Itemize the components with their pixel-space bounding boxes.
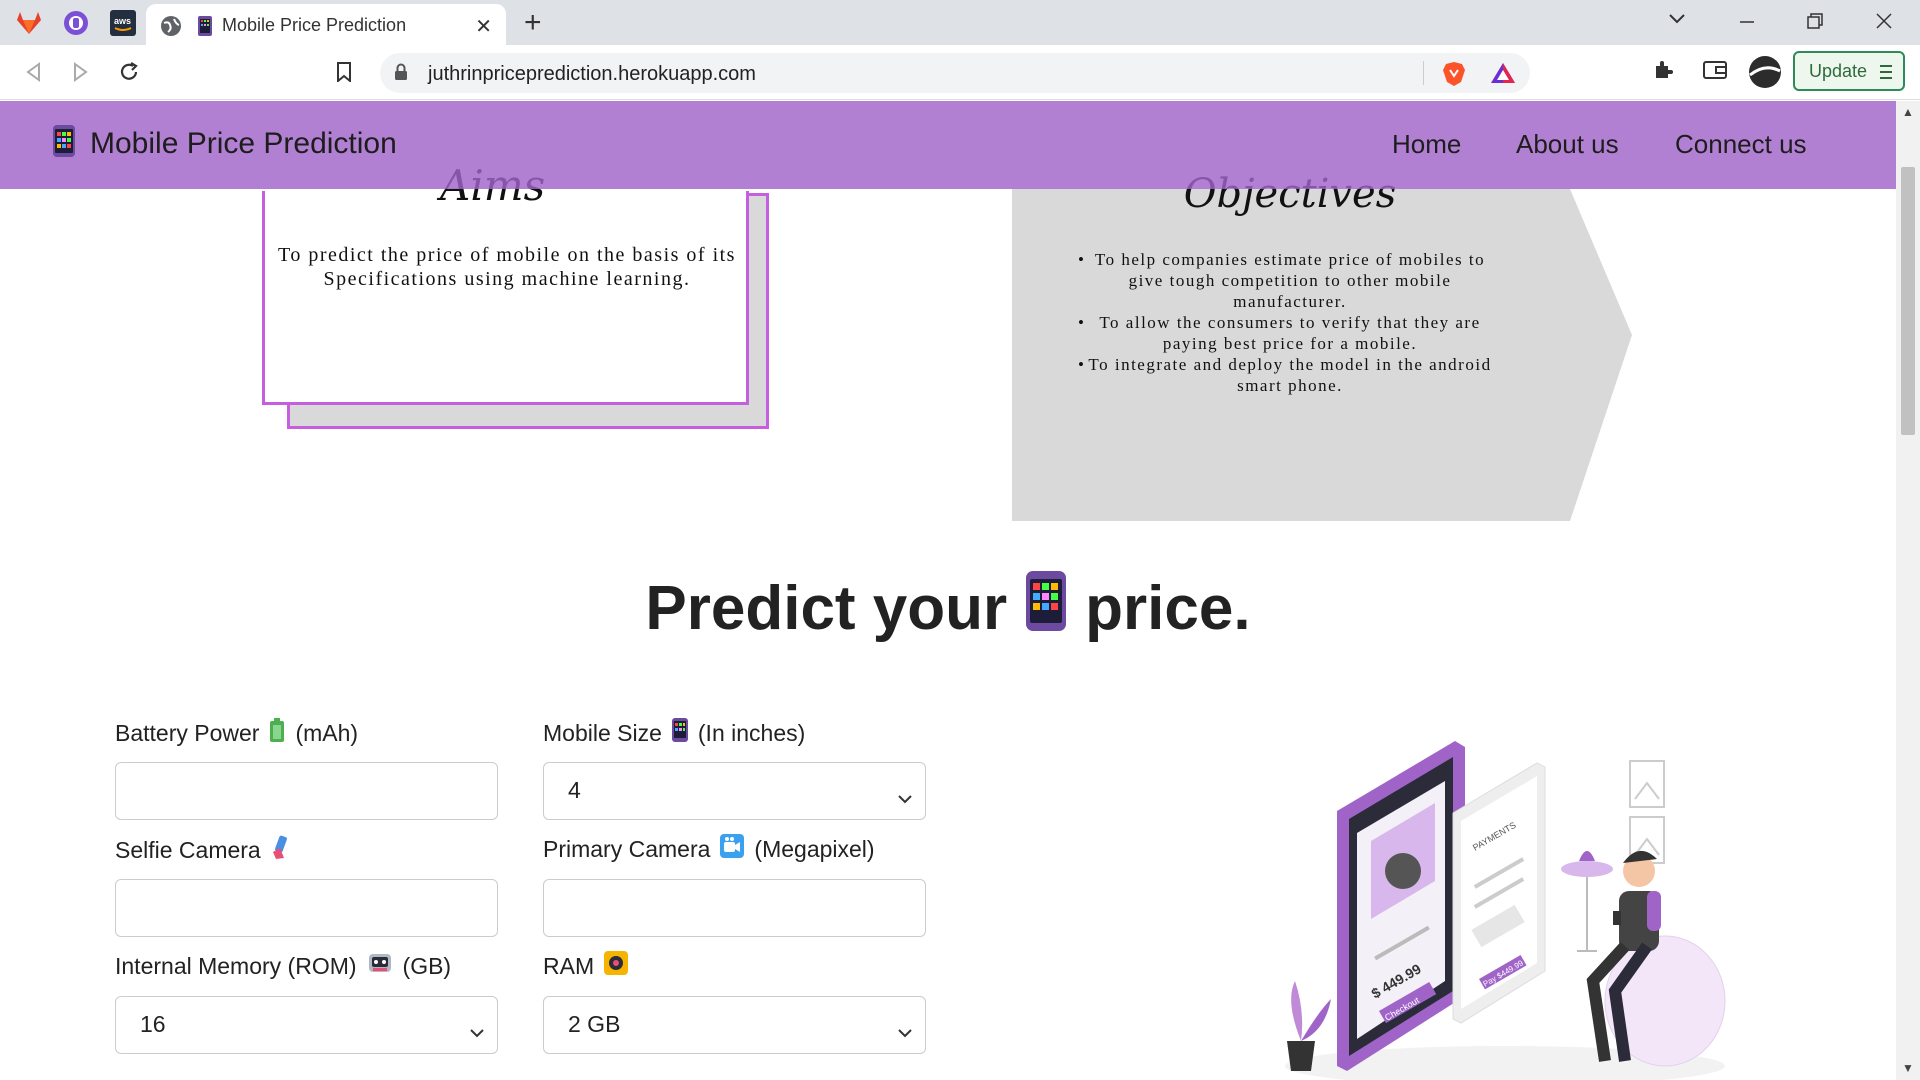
mobile-size-unit: (In inches) <box>697 719 806 746</box>
menu-icon <box>1879 63 1893 86</box>
nav-home-link[interactable]: Home <box>1392 129 1461 160</box>
scrollbar-thumb[interactable] <box>1901 167 1915 435</box>
svg-text:aws: aws <box>114 16 131 26</box>
brave-rewards-icon[interactable] <box>1490 61 1516 90</box>
page-scrollbar[interactable]: ▲ ▼ <box>1896 101 1920 1080</box>
ram-select[interactable]: 2 GB <box>543 996 926 1054</box>
selfie-camera-label: Selfie Camera <box>115 834 291 866</box>
forward-icon[interactable] <box>66 57 96 87</box>
reload-icon[interactable] <box>114 57 144 87</box>
mobile-size-select[interactable]: 4 <box>543 762 926 820</box>
objective-item: To allow the consumers to verify that th… <box>1078 312 1500 354</box>
nav-about-link[interactable]: About us <box>1516 129 1619 160</box>
mobile-phone-icon <box>671 718 688 748</box>
nav-connect-link[interactable]: Connect us <box>1675 129 1807 160</box>
extensions-icon[interactable] <box>1652 58 1676 87</box>
avatar[interactable] <box>1748 55 1782 94</box>
battery-power-label: Battery Power (mAh) <box>115 718 358 748</box>
browser-toolbar: juthrinpriceprediction.herokuapp.com Upd… <box>0 45 1920 100</box>
close-tab-icon[interactable]: ✕ <box>475 14 492 39</box>
objectives-list: To help companies estimate price of mobi… <box>1078 249 1500 396</box>
aws-icon[interactable]: aws <box>107 7 139 39</box>
objective-item: To integrate and deploy the model in the… <box>1078 354 1500 396</box>
new-tab-icon[interactable]: + <box>524 6 542 40</box>
ram-icon <box>604 951 629 981</box>
browser-tabstrip: aws Mobile Price Prediction ✕ + <box>0 0 1920 45</box>
selfie-camera-input[interactable] <box>115 879 498 937</box>
chevron-down-icon <box>897 783 913 810</box>
brave-shields-icon[interactable] <box>1442 61 1466 92</box>
primary-camera-label-text: Primary Camera <box>543 835 711 862</box>
mobile-phone-icon <box>52 125 76 162</box>
ram-label-text: RAM <box>543 952 595 979</box>
page-viewport: Mobile Price Prediction Home About us Co… <box>0 101 1920 1080</box>
address-bar[interactable]: juthrinpriceprediction.herokuapp.com <box>380 53 1530 93</box>
internal-memory-unit: (GB) <box>402 952 452 979</box>
primary-camera-unit: (Megapixel) <box>754 835 875 862</box>
battery-power-input[interactable] <box>115 762 498 820</box>
camera-icon <box>720 834 745 864</box>
proton-vpn-icon[interactable] <box>60 7 92 39</box>
globe-icon <box>160 15 182 42</box>
site-brand[interactable]: Mobile Price Prediction <box>52 125 397 162</box>
predict-heading: Predict your price. <box>0 571 1896 646</box>
battery-icon <box>269 718 285 748</box>
aims-card <box>262 191 749 405</box>
predict-heading-start: Predict your <box>645 574 1008 643</box>
restore-icon[interactable] <box>1806 12 1824 36</box>
selfie-camera-label-text: Selfie Camera <box>115 836 261 863</box>
internal-memory-select[interactable]: 16 <box>115 996 498 1054</box>
scroll-down-icon[interactable]: ▼ <box>1902 1061 1914 1075</box>
internal-memory-label-text: Internal Memory (ROM) <box>115 952 357 979</box>
mobile-size-value: 4 <box>568 777 581 803</box>
tab-mobile-price-prediction[interactable]: Mobile Price Prediction ✕ <box>146 4 506 45</box>
chevron-down-icon <box>897 1017 913 1044</box>
internal-memory-label: Internal Memory (ROM) (GB) <box>115 951 451 981</box>
wallet-icon[interactable] <box>1702 58 1728 85</box>
back-icon[interactable] <box>18 57 48 87</box>
url-text: juthrinpriceprediction.herokuapp.com <box>428 63 756 85</box>
mobile-size-label-text: Mobile Size <box>543 719 662 746</box>
divider <box>1423 61 1424 85</box>
mobile-phone-icon <box>1025 571 1067 646</box>
selfie-icon <box>271 834 291 866</box>
aims-text: To predict the price of mobile on the ba… <box>278 244 736 290</box>
shopping-illustration: $ 449.99 Checkout PAYMENTS Pay $449.99 <box>1285 741 1726 1080</box>
primary-camera-input[interactable] <box>543 879 926 937</box>
memory-icon <box>367 951 393 981</box>
primary-camera-label: Primary Camera (Megapixel) <box>543 834 875 864</box>
ram-label: RAM <box>543 951 629 981</box>
lock-icon[interactable] <box>394 63 408 86</box>
battery-power-label-text: Battery Power <box>115 719 260 746</box>
mobile-phone-icon <box>198 16 212 41</box>
brand-title: Mobile Price Prediction <box>90 126 397 160</box>
update-button[interactable]: Update <box>1793 51 1905 91</box>
bookmark-icon[interactable] <box>329 57 359 87</box>
minimize-icon[interactable] <box>1738 4 1756 30</box>
mobile-size-label: Mobile Size (In inches) <box>543 718 805 748</box>
gitlab-icon[interactable] <box>13 7 45 39</box>
site-navbar: Mobile Price Prediction Home About us Co… <box>0 101 1896 189</box>
scroll-up-icon[interactable]: ▲ <box>1902 105 1914 119</box>
tab-title: Mobile Price Prediction <box>222 15 407 35</box>
close-window-icon[interactable] <box>1875 12 1893 36</box>
predict-heading-end: price. <box>1085 574 1251 643</box>
ram-value: 2 GB <box>568 1011 621 1037</box>
chevron-down-icon <box>469 1017 485 1044</box>
update-label: Update <box>1809 60 1868 81</box>
tab-search-icon[interactable] <box>1668 8 1686 31</box>
internal-memory-value: 16 <box>140 1011 166 1037</box>
battery-power-unit: (mAh) <box>295 719 359 746</box>
objective-item: To help companies estimate price of mobi… <box>1078 249 1500 312</box>
